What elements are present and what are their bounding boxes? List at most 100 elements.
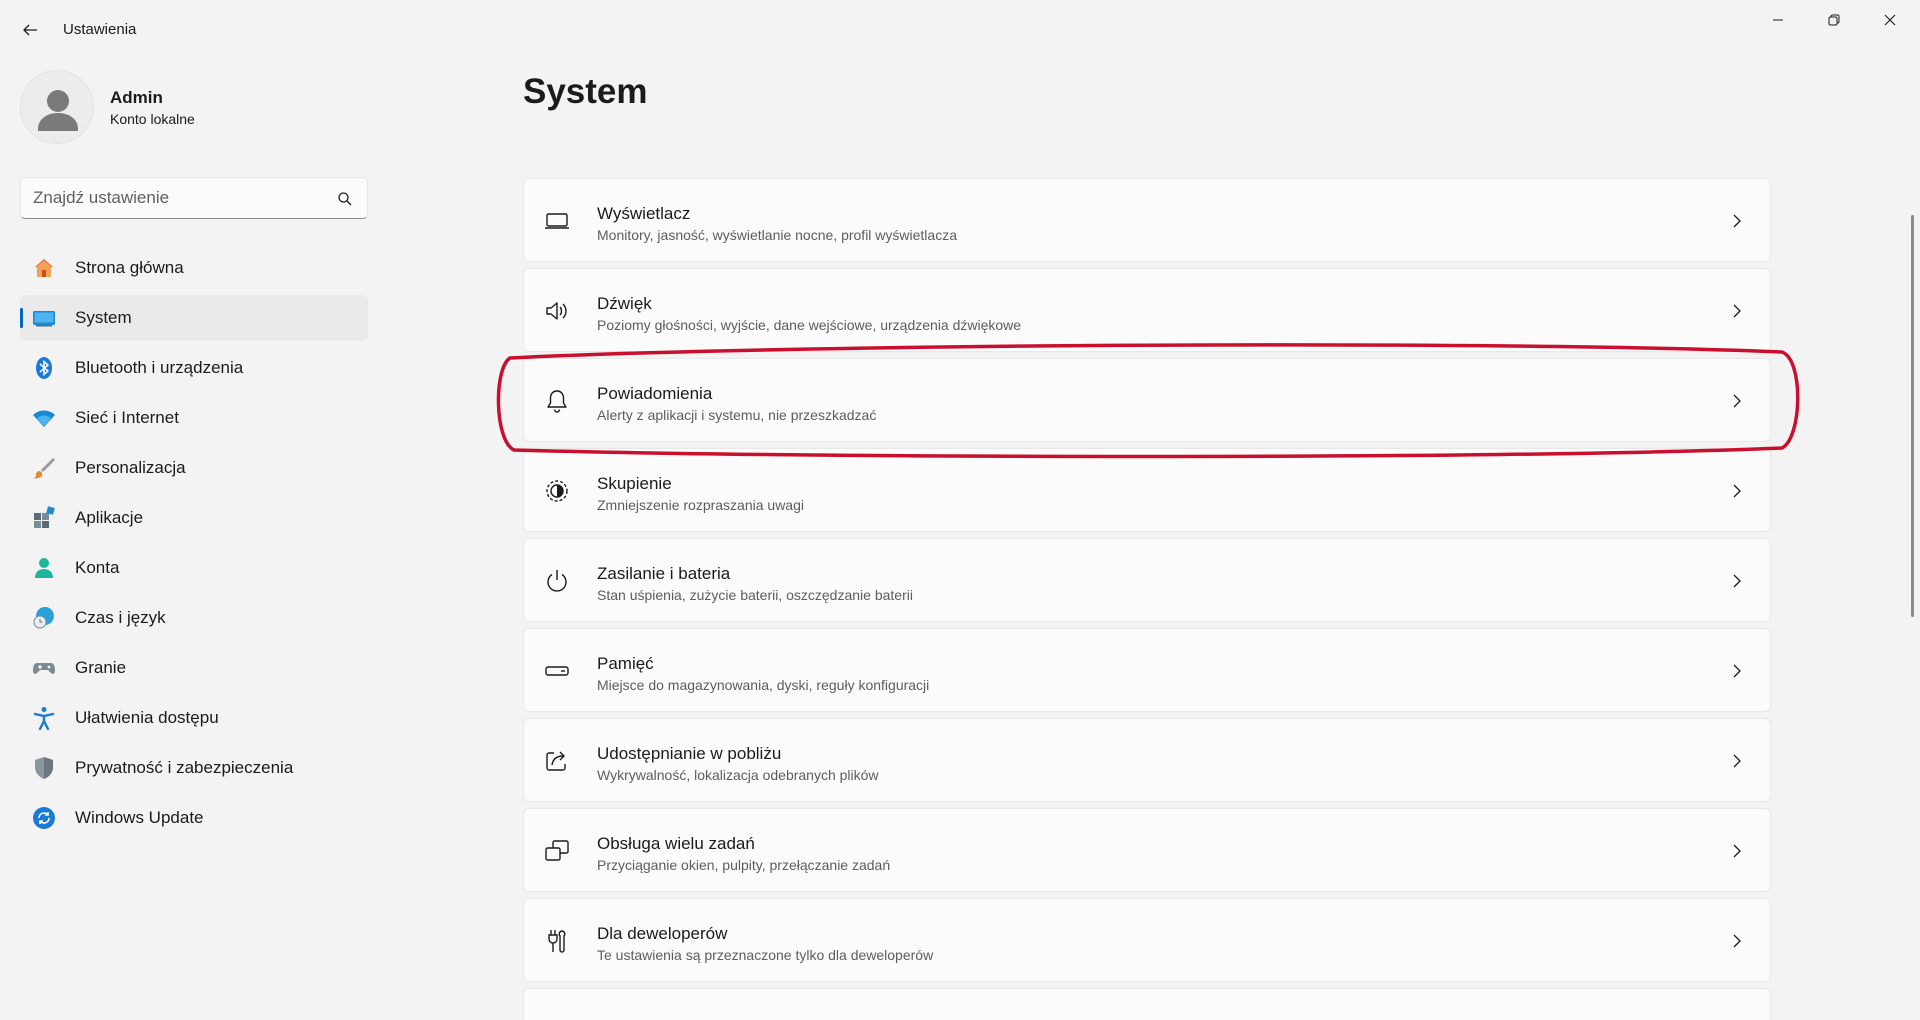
settings-list: Wyświetlacz Monitory, jasność, wyświetla…	[523, 178, 1771, 1020]
chevron-right-icon	[1730, 303, 1744, 319]
card-description: Przyciąganie okien, pulpity, przełączani…	[597, 857, 891, 873]
bluetooth-icon	[32, 356, 56, 380]
chevron-right-icon	[1730, 843, 1744, 859]
setting-card-power[interactable]: Zasilanie i bateria Stan uśpienia, zużyc…	[523, 538, 1771, 622]
sidebar-item-label: Windows Update	[75, 808, 204, 827]
account-type: Konto lokalne	[110, 111, 195, 127]
developer-tools-icon	[544, 928, 570, 954]
card-description: Stan uśpienia, zużycie baterii, oszczędz…	[597, 587, 913, 603]
gamepad-icon	[32, 656, 56, 680]
bell-icon	[544, 388, 570, 414]
chevron-right-icon	[1730, 663, 1744, 679]
system-icon	[32, 306, 56, 330]
shield-icon	[32, 756, 56, 780]
search-input[interactable]	[33, 178, 333, 218]
sidebar-item-label: Granie	[75, 658, 127, 677]
brush-icon	[32, 456, 56, 480]
account-icon	[32, 556, 56, 580]
user-silhouette-icon	[38, 90, 78, 131]
chevron-right-icon	[1730, 213, 1744, 229]
setting-card-partial[interactable]	[523, 988, 1771, 1020]
speaker-icon	[544, 298, 570, 324]
sidebar-item-gaming[interactable]: Granie	[20, 645, 368, 691]
card-title: Wyświetlacz	[597, 204, 691, 223]
title-bar: Ustawienia	[0, 0, 1920, 60]
card-description: Zmniejszenie rozpraszania uwagi	[597, 497, 804, 513]
setting-card-display[interactable]: Wyświetlacz Monitory, jasność, wyświetla…	[523, 178, 1771, 262]
card-title: Dla deweloperów	[597, 924, 728, 943]
card-title: Pamięć	[597, 654, 654, 673]
sidebar-item-personalization[interactable]: Personalizacja	[20, 445, 368, 491]
scrollbar[interactable]	[1911, 215, 1914, 617]
card-description: Poziomy głośności, wyjście, dane wejścio…	[597, 317, 1022, 333]
chevron-right-icon	[1730, 933, 1744, 949]
sidebar-item-label: Bluetooth i urządzenia	[75, 358, 244, 377]
chevron-right-icon	[1730, 573, 1744, 589]
close-button[interactable]	[1862, 0, 1918, 40]
restore-button[interactable]	[1806, 0, 1862, 40]
sidebar-item-privacy[interactable]: Prywatność i zabezpieczenia	[20, 745, 368, 791]
setting-card-multitasking[interactable]: Obsługa wielu zadań Przyciąganie okien, …	[523, 808, 1771, 892]
focus-icon	[544, 478, 570, 504]
back-button[interactable]	[14, 14, 46, 46]
search-box	[20, 177, 368, 219]
avatar[interactable]	[20, 70, 94, 144]
wifi-icon	[32, 406, 56, 430]
setting-card-notifications[interactable]: Powiadomienia Alerty z aplikacji i syste…	[523, 358, 1771, 442]
card-description: Miejsce do magazynowania, dyski, reguły …	[597, 677, 930, 693]
card-title: Dźwięk	[597, 294, 652, 313]
card-description: Monitory, jasność, wyświetlanie nocne, p…	[597, 227, 957, 243]
power-icon	[544, 568, 570, 594]
sidebar-item-label: Strona główna	[75, 258, 184, 277]
card-title: Zasilanie i bateria	[597, 564, 731, 583]
storage-icon	[544, 658, 570, 684]
card-title: Udostępnianie w pobliżu	[597, 744, 782, 763]
setting-card-nearby-sharing[interactable]: Udostępnianie w pobliżu Wykrywalność, lo…	[523, 718, 1771, 802]
page-title: System	[523, 72, 648, 111]
sidebar-item-label: Konta	[75, 558, 120, 577]
sidebar-item-time-language[interactable]: Czas i język	[20, 595, 368, 641]
share-icon	[544, 748, 570, 774]
minimize-button[interactable]	[1750, 0, 1806, 40]
setting-card-sound[interactable]: Dźwięk Poziomy głośności, wyjście, dane …	[523, 268, 1771, 352]
update-icon	[32, 806, 56, 830]
accessibility-icon	[32, 706, 56, 730]
sidebar-item-label: Prywatność i zabezpieczenia	[75, 758, 294, 777]
setting-card-developers[interactable]: Dla deweloperów Te ustawienia są przezna…	[523, 898, 1771, 982]
chevron-right-icon	[1730, 753, 1744, 769]
chevron-right-icon	[1730, 483, 1744, 499]
card-description: Wykrywalność, lokalizacja odebranych pli…	[597, 767, 879, 783]
sidebar-item-accessibility[interactable]: Ułatwienia dostępu	[20, 695, 368, 741]
sidebar-nav: Strona główna System Bluetooth i urządze…	[20, 245, 368, 845]
card-description: Te ustawienia są przeznaczone tylko dla …	[597, 947, 934, 963]
display-icon	[544, 208, 570, 234]
sidebar-item-label: Personalizacja	[75, 458, 186, 477]
sidebar-item-accounts[interactable]: Konta	[20, 545, 368, 591]
multitask-icon	[544, 838, 570, 864]
restore-icon	[1828, 14, 1840, 26]
sidebar-item-label: System	[75, 308, 132, 327]
chevron-right-icon	[1730, 393, 1744, 409]
close-icon	[1884, 14, 1896, 26]
sidebar-item-label: Sieć i Internet	[75, 408, 179, 427]
back-arrow-icon	[23, 24, 37, 36]
sidebar-item-bluetooth[interactable]: Bluetooth i urządzenia	[20, 345, 368, 391]
card-title: Obsługa wielu zadań	[597, 834, 755, 853]
home-icon	[32, 256, 56, 280]
sidebar-item-label: Aplikacje	[75, 508, 144, 527]
setting-card-focus[interactable]: Skupienie Zmniejszenie rozpraszania uwag…	[523, 448, 1771, 532]
card-title: Powiadomienia	[597, 384, 713, 403]
sidebar-item-network[interactable]: Sieć i Internet	[20, 395, 368, 441]
card-title: Skupienie	[597, 474, 672, 493]
app-title: Ustawienia	[63, 21, 137, 38]
search-icon[interactable]	[337, 191, 353, 207]
apps-icon	[32, 506, 56, 530]
minimize-icon	[1773, 19, 1783, 21]
sidebar-item-system[interactable]: System	[20, 295, 368, 341]
sidebar-item-windows-update[interactable]: Windows Update	[20, 795, 368, 841]
setting-card-storage[interactable]: Pamięć Miejsce do magazynowania, dyski, …	[523, 628, 1771, 712]
globe-clock-icon	[32, 606, 56, 630]
sidebar-item-apps[interactable]: Aplikacje	[20, 495, 368, 541]
sidebar-item-label: Ułatwienia dostępu	[75, 708, 219, 727]
sidebar-item-home[interactable]: Strona główna	[20, 245, 368, 291]
